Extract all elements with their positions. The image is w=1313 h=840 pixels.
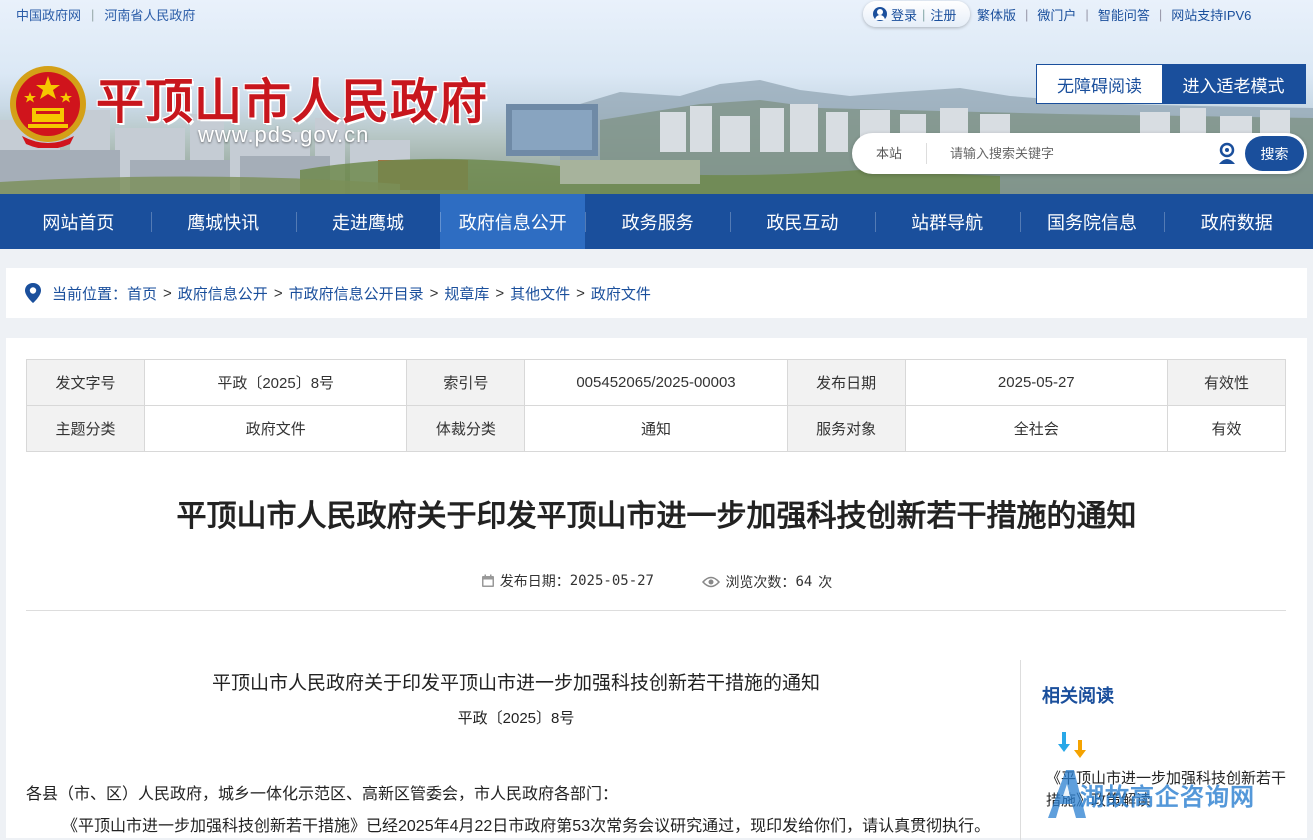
divider: |: [922, 6, 926, 22]
search-input[interactable]: [948, 141, 1198, 165]
utility-links: 繁体版 | 微门户 | 智能问答 | 网站支持IPV6: [977, 0, 1251, 28]
meta-key-validity: 有效性: [1166, 359, 1287, 406]
main-nav: 网站首页 鹰城快讯 走进鹰城 政府信息公开 政务服务 政民互动 站群导航 国务院…: [0, 194, 1313, 249]
breadcrumb-item-catalog[interactable]: 市政府信息公开目录: [289, 283, 424, 304]
meta-value-audience: 全社会: [904, 405, 1168, 452]
meta-value-publish-date: 2025-05-27: [904, 359, 1168, 406]
micro-portal-link[interactable]: 微门户: [1037, 5, 1076, 24]
nav-item-about-city[interactable]: 走进鹰城: [295, 194, 441, 249]
article-card: 发文字号 平政〔2025〕8号 索引号 005452065/2025-00003…: [6, 338, 1307, 840]
meta-key-index-number: 索引号: [406, 359, 526, 406]
user-icon: [873, 7, 887, 21]
voice-assistant-icon[interactable]: [1216, 142, 1238, 166]
table-row: 发文字号 平政〔2025〕8号 索引号 005452065/2025-00003…: [25, 359, 1287, 406]
national-emblem-icon[interactable]: [8, 64, 88, 148]
breadcrumb-item-other-files[interactable]: 其他文件: [510, 283, 570, 304]
meta-value-topic: 政府文件: [144, 405, 408, 452]
watermark: 湖故高企咨询网: [1044, 766, 1255, 822]
divider: [1020, 660, 1021, 840]
publish-date-value: 2025-05-27: [569, 573, 654, 589]
meta-key-genre: 体裁分类: [406, 405, 526, 452]
nav-item-city-news[interactable]: 鹰城快讯: [150, 194, 296, 249]
search-button[interactable]: 搜索: [1245, 136, 1304, 171]
meta-value-genre: 通知: [524, 405, 788, 452]
body-doc-number: 平政〔2025〕8号: [457, 710, 575, 727]
table-row: 主题分类 政府文件 体裁分类 通知 服务对象 全社会 有效: [25, 405, 1287, 452]
nav-item-gov-services[interactable]: 政务服务: [585, 194, 730, 249]
article-title: 平顶山市人民政府关于印发平顶山市进一步加强科技创新若干措施的通知: [176, 500, 1137, 533]
header-banner: 中国政府网 | 河南省人民政府 登录 | 注册 繁体版 | 微门户 | 智能问答…: [0, 0, 1313, 194]
ipv6-link[interactable]: 网站支持IPV6: [1171, 5, 1251, 24]
meta-value-doc-number: 平政〔2025〕8号: [144, 359, 408, 406]
article-info-bar: 发布日期： 2025-05-27 浏览次数： 64 次: [6, 571, 1307, 592]
nav-item-gov-info-disclosure[interactable]: 政府信息公开: [440, 194, 586, 249]
breadcrumb-item-home[interactable]: 首页: [127, 283, 157, 304]
register-link[interactable]: 注册: [930, 5, 956, 24]
meta-key-publish-date: 发布日期: [786, 359, 906, 406]
breadcrumb-item-gov-files[interactable]: 政府文件: [591, 283, 651, 304]
calendar-icon: [481, 574, 494, 587]
view-count-label: 浏览次数：: [725, 575, 796, 591]
view-count-unit: 次: [818, 575, 833, 591]
view-count-group: 浏览次数： 64 次: [702, 572, 832, 592]
body-title: 平顶山市人民政府关于印发平顶山市进一步加强科技创新若干措施的通知: [211, 673, 820, 694]
user-box: 登录 | 注册: [863, 1, 970, 27]
interpretation-icon: [1058, 732, 1086, 758]
meta-key-topic: 主题分类: [25, 405, 146, 452]
nav-item-interaction[interactable]: 政民互动: [729, 194, 875, 249]
nav-item-site-group[interactable]: 站群导航: [874, 194, 1020, 249]
watermark-text: 湖故高企咨询网: [1080, 784, 1255, 811]
site-url: www.pds.gov.cn: [198, 122, 370, 147]
search-bar: 本站 搜索: [852, 133, 1307, 174]
body-paragraph: 《平顶山市进一步加强科技创新若干措施》已经2025年4月22日市政府第53次常务…: [62, 818, 991, 835]
divider: [26, 610, 1286, 611]
smart-qa-link[interactable]: 智能问答: [1098, 5, 1150, 24]
breadcrumb: 当前位置： 首页 > 政府信息公开 > 市政府信息公开目录 > 规章库 > 其他…: [6, 268, 1307, 318]
publish-date-group: 发布日期： 2025-05-27: [481, 571, 654, 591]
traditional-chinese-link[interactable]: 繁体版: [977, 5, 1016, 24]
document-meta-table: 发文字号 平政〔2025〕8号 索引号 005452065/2025-00003…: [25, 359, 1287, 452]
top-link-henan[interactable]: 河南省人民政府: [104, 5, 195, 24]
eye-icon: [702, 576, 721, 588]
nav-item-state-council[interactable]: 国务院信息: [1019, 194, 1165, 249]
barrier-free-reading-button[interactable]: 无障碍阅读: [1037, 65, 1162, 103]
divider: |: [91, 6, 95, 22]
meta-value-validity: 有效: [1166, 405, 1287, 452]
top-links: 中国政府网 | 河南省人民政府: [16, 0, 195, 28]
top-link-gov-cn[interactable]: 中国政府网: [16, 5, 81, 24]
breadcrumb-item-regulations[interactable]: 规章库: [444, 283, 489, 304]
meta-value-index-number: 005452065/2025-00003: [524, 359, 788, 406]
elder-mode-button[interactable]: 进入适老模式: [1162, 65, 1305, 103]
meta-key-doc-number: 发文字号: [25, 359, 146, 406]
breadcrumb-separator: >: [273, 284, 283, 302]
divider: |: [1158, 6, 1163, 22]
breadcrumb-separator: >: [576, 284, 585, 302]
related-reading-heading: 相关阅读: [1042, 686, 1114, 706]
breadcrumb-separator: >: [163, 284, 172, 302]
breadcrumb-item-gov-info[interactable]: 政府信息公开: [178, 283, 268, 304]
accessibility-toggle-group: 无障碍阅读 进入适老模式: [1036, 64, 1306, 104]
search-scope-select[interactable]: 本站: [876, 133, 902, 174]
nav-item-home[interactable]: 网站首页: [6, 194, 151, 249]
location-pin-icon: [25, 283, 41, 303]
divider: |: [1025, 6, 1029, 22]
publish-date-label: 发布日期：: [499, 574, 570, 590]
meta-key-audience: 服务对象: [786, 405, 906, 452]
view-count-value: 64: [795, 574, 813, 590]
breadcrumb-separator: >: [429, 284, 439, 302]
login-link[interactable]: 登录: [891, 5, 917, 24]
breadcrumb-label: 当前位置：: [52, 285, 128, 303]
divider: [926, 143, 927, 164]
divider: |: [1085, 6, 1089, 22]
body-paragraph: 各县（市、区）人民政府，城乡一体化示范区、高新区管委会，市人民政府各部门：: [26, 786, 619, 803]
breadcrumb-separator: >: [495, 284, 505, 302]
nav-item-gov-data[interactable]: 政府数据: [1164, 194, 1309, 249]
